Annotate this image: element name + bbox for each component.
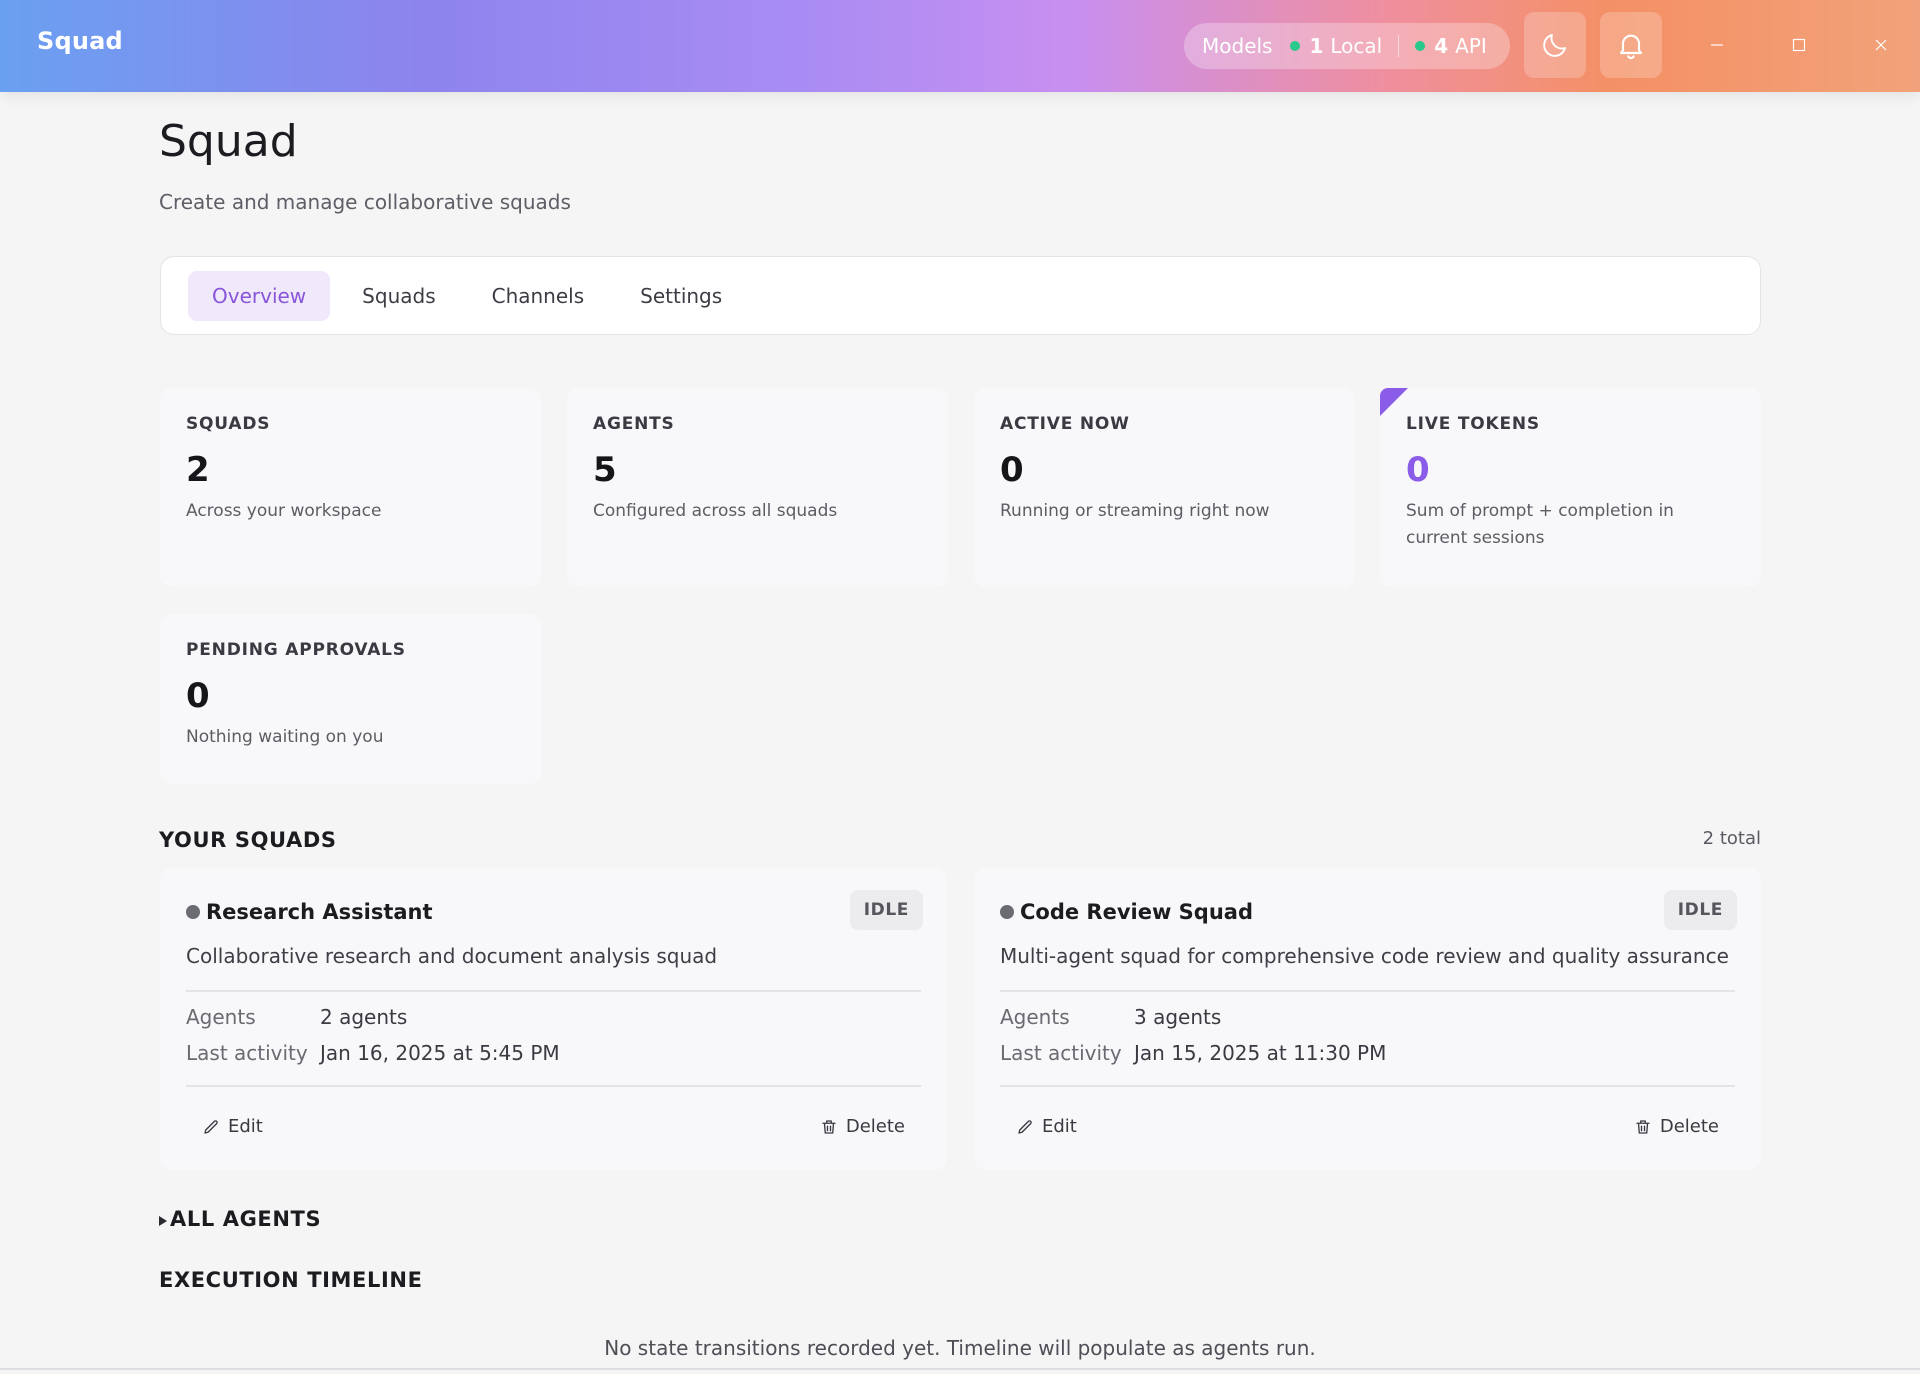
app-title: Squad bbox=[37, 27, 123, 55]
api-count: 4 bbox=[1434, 34, 1449, 58]
delete-label: Delete bbox=[1659, 1116, 1719, 1137]
squad-actions: Edit Delete bbox=[186, 1116, 921, 1137]
local-count: 1 bbox=[1309, 34, 1324, 58]
squad-header: Research Assistant bbox=[186, 900, 433, 924]
bottom-divider bbox=[0, 1368, 1920, 1370]
squad-name: Code Review Squad bbox=[1020, 900, 1253, 924]
maximize-icon bbox=[1792, 38, 1806, 52]
models-label: Models bbox=[1202, 34, 1273, 58]
tab-channels[interactable]: Channels bbox=[468, 271, 609, 321]
squad-card-code-review-squad[interactable]: Code Review Squad IDLE Multi-agent squad… bbox=[974, 868, 1761, 1170]
squad-status-dot bbox=[1000, 905, 1014, 919]
edit-button[interactable]: Edit bbox=[1000, 1116, 1093, 1137]
local-status-dot bbox=[1290, 41, 1301, 51]
squads-total: 2 total bbox=[1702, 828, 1761, 849]
bell-icon bbox=[1619, 34, 1643, 60]
trash-icon bbox=[822, 1119, 836, 1134]
stat-label: SQUADS bbox=[186, 414, 271, 434]
stat-description: Running or streaming right now bbox=[1000, 501, 1270, 521]
tab-squads[interactable]: Squads bbox=[338, 271, 459, 321]
squad-card-research-assistant[interactable]: Research Assistant IDLE Collaborative re… bbox=[160, 868, 947, 1170]
tab-overview[interactable]: Overview bbox=[188, 270, 331, 321]
agents-label: Agents bbox=[1000, 1005, 1070, 1029]
pencil-icon bbox=[1018, 1119, 1032, 1134]
notifications-button[interactable] bbox=[1600, 12, 1662, 78]
moon-icon bbox=[1543, 34, 1566, 57]
delete-button[interactable]: Delete bbox=[804, 1116, 921, 1137]
trash-icon bbox=[1636, 1119, 1650, 1134]
theme-toggle-button[interactable] bbox=[1524, 12, 1586, 78]
delete-button[interactable]: Delete bbox=[1618, 1116, 1735, 1137]
stat-card-live-tokens: LIVE TOKENS 0 Sum of prompt + completion… bbox=[1380, 388, 1761, 587]
stat-value: 5 bbox=[593, 450, 617, 490]
divider bbox=[186, 990, 921, 992]
api-status-dot bbox=[1415, 41, 1426, 51]
stat-label: AGENTS bbox=[593, 414, 675, 434]
tab-settings[interactable]: Settings bbox=[616, 271, 746, 321]
squad-description: Collaborative research and document anal… bbox=[186, 944, 718, 968]
stat-description: Configured across all squads bbox=[593, 501, 838, 521]
last-activity-value: Jan 16, 2025 at 5:45 PM bbox=[320, 1041, 560, 1065]
squad-status-dot bbox=[186, 905, 200, 919]
divider bbox=[186, 1085, 921, 1087]
last-activity-row: Last activity Jan 15, 2025 at 11:30 PM bbox=[1000, 1041, 1386, 1065]
stat-label: PENDING APPROVALS bbox=[186, 640, 406, 660]
local-label: Local bbox=[1330, 34, 1383, 58]
agents-row: Agents 3 agents bbox=[1000, 1005, 1221, 1029]
api-label: API bbox=[1455, 34, 1487, 58]
stat-description: Nothing waiting on you bbox=[186, 727, 384, 747]
minimize-icon bbox=[1711, 44, 1723, 46]
stat-card-squads: SQUADS 2 Across your workspace bbox=[160, 388, 541, 587]
last-activity-value: Jan 15, 2025 at 11:30 PM bbox=[1134, 1041, 1387, 1065]
status-badge: IDLE bbox=[1663, 890, 1737, 930]
tab-bar: Overview Squads Channels Settings bbox=[160, 256, 1761, 335]
your-squads-heading: YOUR SQUADS bbox=[159, 828, 337, 852]
all-agents-toggle[interactable]: ALL AGENTS bbox=[159, 1207, 321, 1231]
page-title: Squad bbox=[159, 116, 298, 167]
last-activity-label: Last activity bbox=[1000, 1041, 1122, 1065]
pill-separator bbox=[1398, 35, 1400, 57]
minimize-button[interactable] bbox=[1702, 30, 1732, 60]
last-activity-row: Last activity Jan 16, 2025 at 5:45 PM bbox=[186, 1041, 560, 1065]
stat-description: Sum of prompt + completion in current se… bbox=[1406, 501, 1674, 548]
stat-description: Across your workspace bbox=[186, 501, 382, 521]
title-bar: Squad Models 1 Local 4 API bbox=[0, 0, 1920, 92]
page-subtitle: Create and manage collaborative squads bbox=[159, 190, 571, 214]
edit-button[interactable]: Edit bbox=[186, 1116, 279, 1137]
squad-actions: Edit Delete bbox=[1000, 1116, 1735, 1137]
stat-value: 0 bbox=[186, 676, 210, 716]
stat-label: LIVE TOKENS bbox=[1406, 414, 1540, 434]
agents-label: Agents bbox=[186, 1005, 256, 1029]
pencil-icon bbox=[204, 1119, 218, 1134]
squad-header: Code Review Squad bbox=[1000, 900, 1253, 924]
stat-card-agents: AGENTS 5 Configured across all squads bbox=[567, 388, 948, 587]
edit-label: Edit bbox=[228, 1116, 263, 1137]
divider bbox=[1000, 990, 1735, 992]
close-icon bbox=[1875, 39, 1887, 51]
last-activity-label: Last activity bbox=[186, 1041, 308, 1065]
stat-value: 2 bbox=[186, 450, 210, 490]
agents-value: 3 agents bbox=[1134, 1005, 1222, 1029]
stat-card-active-now: ACTIVE NOW 0 Running or streaming right … bbox=[974, 388, 1355, 587]
edit-label: Edit bbox=[1042, 1116, 1077, 1137]
disclosure-triangle-icon bbox=[159, 1215, 167, 1226]
agents-value: 2 agents bbox=[320, 1005, 408, 1029]
squad-description: Multi-agent squad for comprehensive code… bbox=[1000, 944, 1729, 968]
stat-value: 0 bbox=[1000, 450, 1024, 490]
execution-timeline-heading: EXECUTION TIMELINE bbox=[159, 1268, 423, 1292]
delete-label: Delete bbox=[845, 1116, 905, 1137]
stat-card-pending-approvals: PENDING APPROVALS 0 Nothing waiting on y… bbox=[160, 614, 541, 784]
status-badge: IDLE bbox=[849, 890, 923, 930]
agents-row: Agents 2 agents bbox=[186, 1005, 407, 1029]
timeline-empty-message: No state transitions recorded yet. Timel… bbox=[604, 1336, 1316, 1360]
divider bbox=[1000, 1085, 1735, 1087]
stat-value: 0 bbox=[1406, 450, 1430, 490]
maximize-button[interactable] bbox=[1784, 30, 1814, 60]
all-agents-heading: ALL AGENTS bbox=[170, 1207, 322, 1231]
close-window-button[interactable] bbox=[1866, 30, 1896, 60]
live-indicator-corner bbox=[1380, 388, 1408, 416]
models-status-pill[interactable]: Models 1 Local 4 API bbox=[1184, 23, 1510, 69]
squad-name: Research Assistant bbox=[206, 900, 433, 924]
stat-label: ACTIVE NOW bbox=[1000, 414, 1130, 434]
